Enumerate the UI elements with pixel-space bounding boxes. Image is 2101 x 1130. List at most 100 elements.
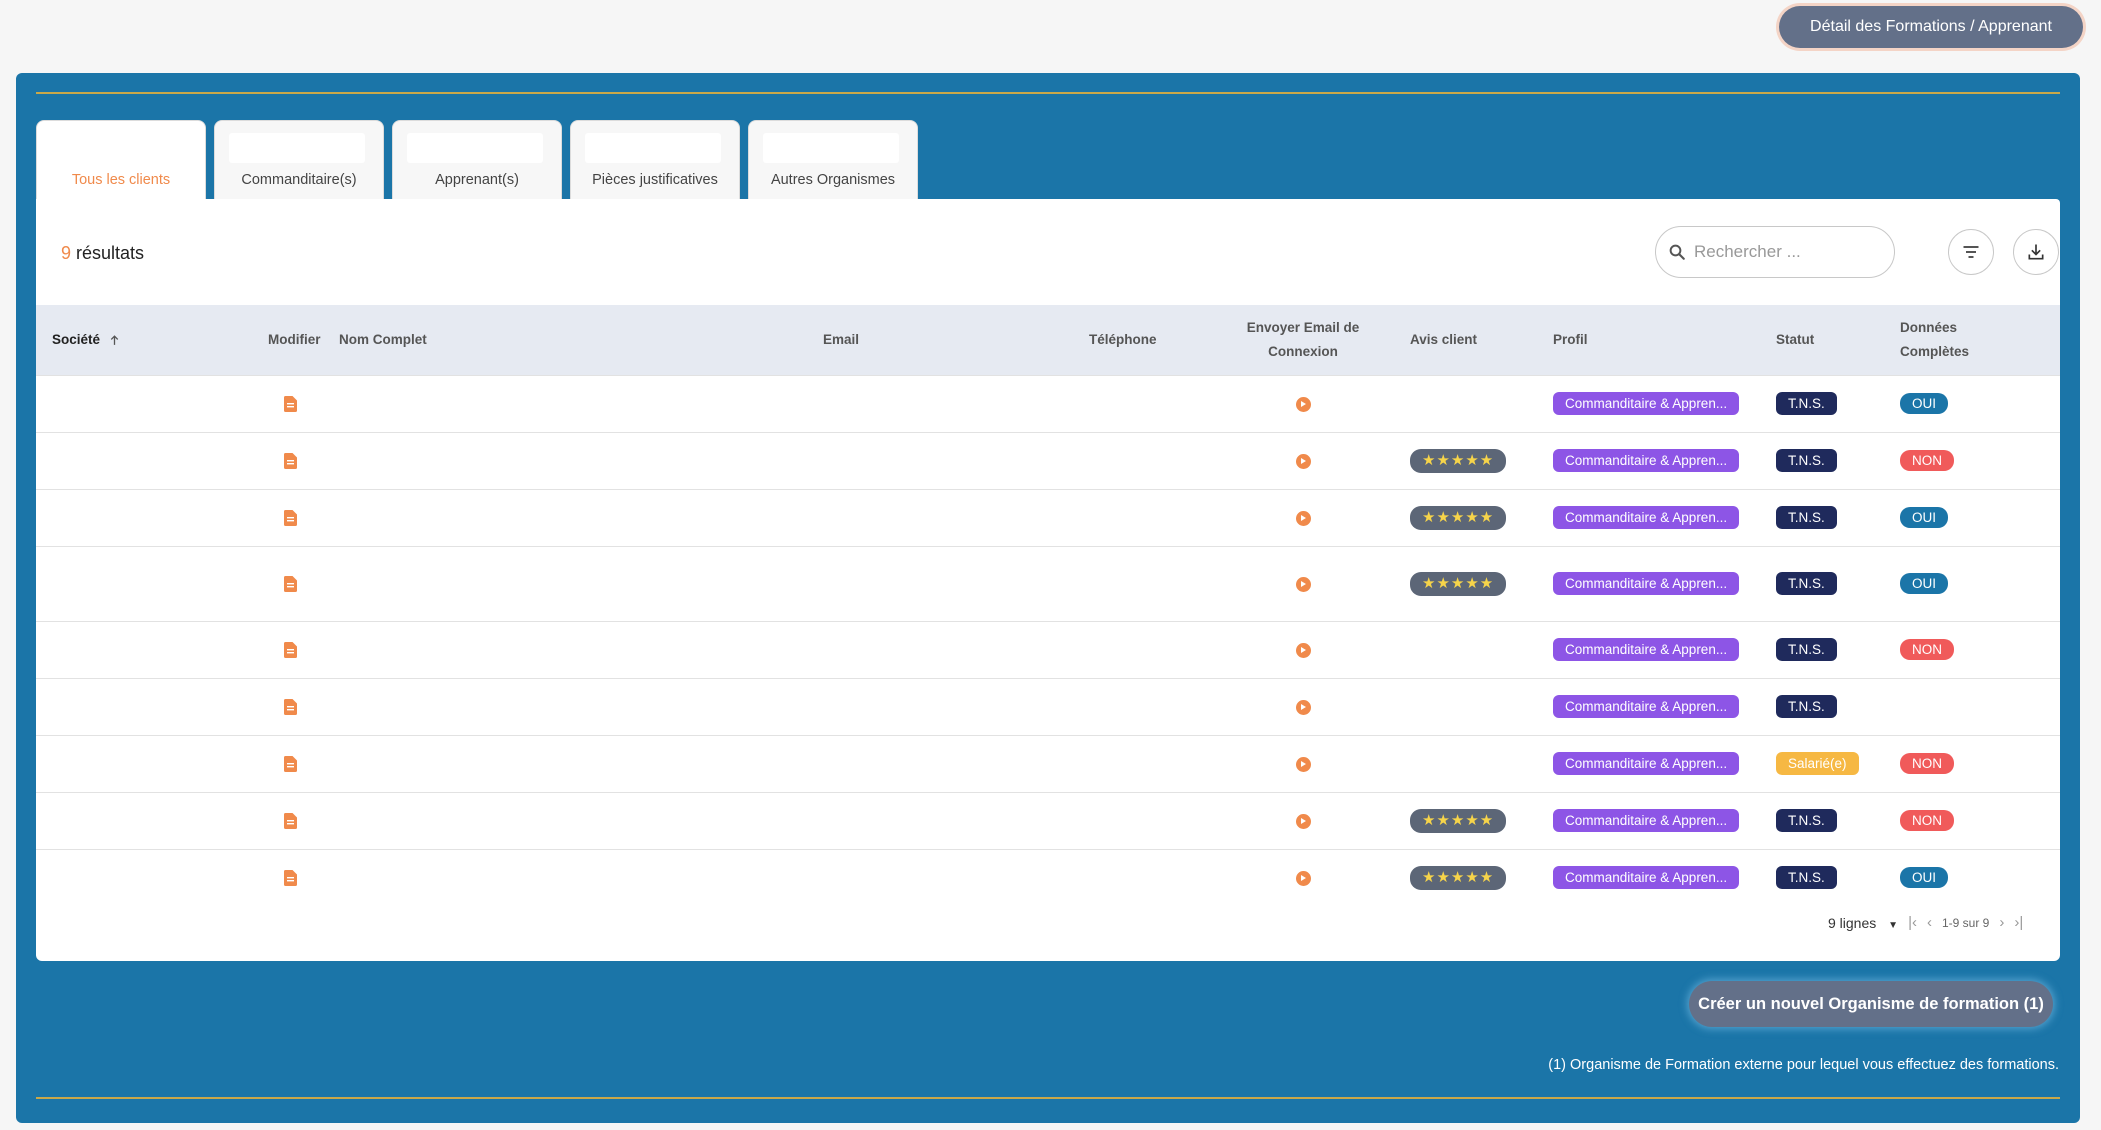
statut-badge: T.N.S. xyxy=(1776,392,1837,415)
statut-badge: T.N.S. xyxy=(1776,695,1837,718)
cell-statut: T.N.S. xyxy=(1759,489,1877,546)
detail-formations-button[interactable]: Détail des Formations / Apprenant xyxy=(1779,6,2083,48)
cell-telephone xyxy=(1058,621,1218,678)
send-email-icon[interactable] xyxy=(1296,700,1311,715)
edit-document-icon[interactable] xyxy=(284,870,297,886)
first-page-icon[interactable]: |‹ xyxy=(1908,914,1917,931)
last-page-icon[interactable]: ›| xyxy=(2014,914,2023,931)
cell-envoyer-email xyxy=(1218,792,1388,849)
sort-asc-icon xyxy=(108,334,121,347)
download-button[interactable] xyxy=(2013,229,2059,275)
divider-top xyxy=(36,92,2060,94)
edit-document-icon[interactable] xyxy=(284,576,297,592)
cell-avis-client xyxy=(1388,735,1527,792)
cell-envoyer-email xyxy=(1218,375,1388,432)
send-email-icon[interactable] xyxy=(1296,643,1311,658)
cell-telephone xyxy=(1058,432,1218,489)
cell-profil: Commanditaire & Appren... xyxy=(1527,621,1759,678)
cell-telephone xyxy=(1058,735,1218,792)
tab-badge-placeholder xyxy=(407,133,543,163)
edit-document-icon[interactable] xyxy=(284,813,297,829)
send-email-icon[interactable] xyxy=(1296,577,1311,592)
profile-badge: Commanditaire & Appren... xyxy=(1553,638,1739,661)
cell-telephone xyxy=(1058,489,1218,546)
table-row: ★★★★★Commanditaire & Appren...T.N.S.OUI xyxy=(36,546,2060,621)
filter-icon xyxy=(1961,242,1981,262)
tab-commanditaires[interactable]: Commanditaire(s) xyxy=(214,120,384,200)
table-row: ★★★★★Commanditaire & Appren...T.N.S.OUI xyxy=(36,849,2060,906)
send-email-icon[interactable] xyxy=(1296,454,1311,469)
table-row: Commanditaire & Appren...T.N.S.NON xyxy=(36,621,2060,678)
cell-societe xyxy=(36,792,226,849)
edit-document-icon[interactable] xyxy=(284,699,297,715)
rows-per-page-select[interactable]: 9 lignes ▼ xyxy=(1828,915,1898,931)
cell-statut: T.N.S. xyxy=(1759,792,1877,849)
cell-societe xyxy=(36,432,226,489)
rating-stars: ★★★★★ xyxy=(1410,449,1506,473)
search-icon xyxy=(1668,243,1686,261)
edit-document-icon[interactable] xyxy=(284,396,297,412)
next-page-icon[interactable]: › xyxy=(1999,914,2004,931)
cell-email xyxy=(762,432,1058,489)
edit-document-icon[interactable] xyxy=(284,642,297,658)
cell-modifier xyxy=(226,678,326,735)
cell-email xyxy=(762,621,1058,678)
cell-profil: Commanditaire & Appren... xyxy=(1527,849,1759,906)
edit-document-icon[interactable] xyxy=(284,453,297,469)
cell-avis-client xyxy=(1388,621,1527,678)
cell-statut: T.N.S. xyxy=(1759,375,1877,432)
tab-pieces-justificatives[interactable]: Pièces justificatives xyxy=(570,120,740,200)
send-email-icon[interactable] xyxy=(1296,511,1311,526)
footnote: (1) Organisme de Formation externe pour … xyxy=(1548,1057,2059,1073)
complete-badge: OUI xyxy=(1900,867,1948,888)
cell-modifier xyxy=(226,792,326,849)
tab-autres-organismes[interactable]: Autres Organismes xyxy=(748,120,918,200)
cell-avis-client: ★★★★★ xyxy=(1388,489,1527,546)
col-societe[interactable]: Société xyxy=(36,305,226,375)
statut-badge: T.N.S. xyxy=(1776,809,1837,832)
complete-badge: NON xyxy=(1900,753,1954,774)
profile-badge: Commanditaire & Appren... xyxy=(1553,752,1739,775)
cell-telephone xyxy=(1058,792,1218,849)
send-email-icon[interactable] xyxy=(1296,814,1311,829)
cell-nom-complet xyxy=(326,546,762,621)
rating-stars: ★★★★★ xyxy=(1410,506,1506,530)
complete-badge: NON xyxy=(1900,810,1954,831)
prev-page-icon[interactable]: ‹ xyxy=(1927,914,1932,931)
page-range: 1-9 sur 9 xyxy=(1942,916,1989,930)
cell-statut: T.N.S. xyxy=(1759,432,1877,489)
tab-badge-placeholder xyxy=(763,133,899,163)
cell-envoyer-email xyxy=(1218,735,1388,792)
complete-badge: NON xyxy=(1900,450,1954,471)
complete-badge: OUI xyxy=(1900,507,1948,528)
search-input[interactable] xyxy=(1694,242,1874,262)
cell-email xyxy=(762,546,1058,621)
cell-donnees-completes: OUI xyxy=(1877,546,2060,621)
cell-nom-complet xyxy=(326,792,762,849)
cell-profil: Commanditaire & Appren... xyxy=(1527,432,1759,489)
tab-apprenants[interactable]: Apprenant(s) xyxy=(392,120,562,200)
cell-modifier xyxy=(226,432,326,489)
tab-tous-les-clients[interactable]: Tous les clients xyxy=(36,120,206,200)
col-profil: Profil xyxy=(1527,305,1759,375)
cell-email xyxy=(762,792,1058,849)
cell-profil: Commanditaire & Appren... xyxy=(1527,546,1759,621)
tab-label: Commanditaire(s) xyxy=(241,172,356,188)
send-email-icon[interactable] xyxy=(1296,397,1311,412)
col-donnees-completes: DonnéesComplètes xyxy=(1877,305,2060,375)
filter-button[interactable] xyxy=(1948,229,1994,275)
statut-badge: T.N.S. xyxy=(1776,506,1837,529)
edit-document-icon[interactable] xyxy=(284,510,297,526)
cell-modifier xyxy=(226,735,326,792)
download-icon xyxy=(2026,242,2046,262)
rows-per-page-label: 9 lignes xyxy=(1828,915,1876,931)
cell-societe xyxy=(36,735,226,792)
send-email-icon[interactable] xyxy=(1296,757,1311,772)
table-row: Commanditaire & Appren...T.N.S. xyxy=(36,678,2060,735)
create-organisme-button[interactable]: Créer un nouvel Organisme de formation (… xyxy=(1689,981,2053,1027)
send-email-icon[interactable] xyxy=(1296,871,1311,886)
edit-document-icon[interactable] xyxy=(284,756,297,772)
cell-avis-client: ★★★★★ xyxy=(1388,546,1527,621)
profile-badge: Commanditaire & Appren... xyxy=(1553,392,1739,415)
cell-email xyxy=(762,678,1058,735)
